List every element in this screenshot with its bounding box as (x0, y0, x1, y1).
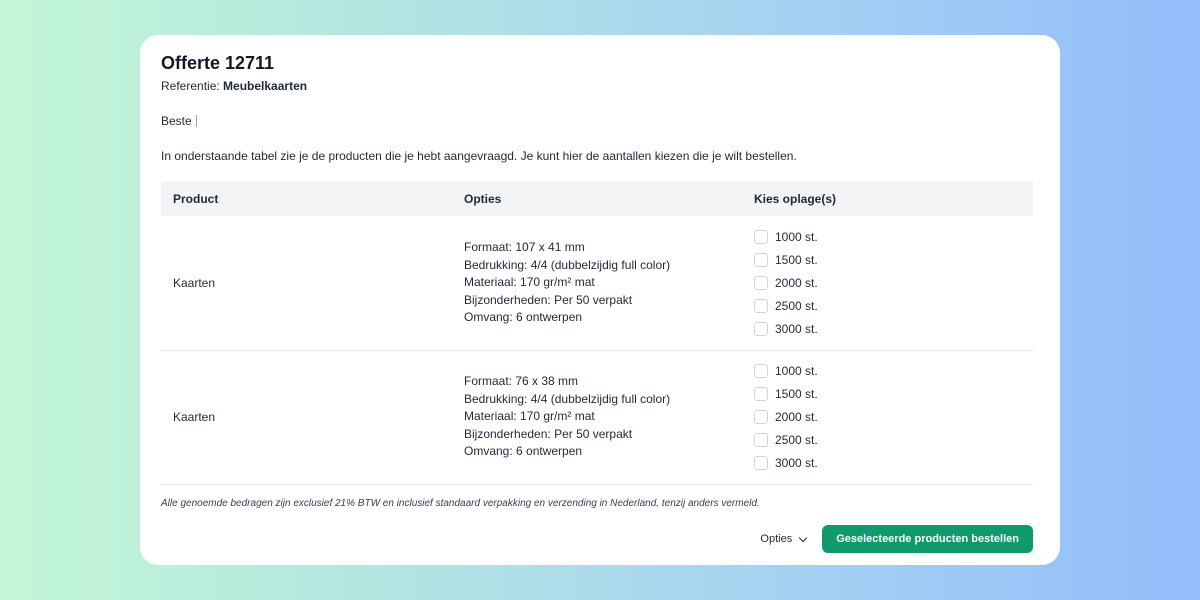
option-line: Omvang: 6 ontwerpen (464, 310, 583, 324)
order-selected-button[interactable]: Geselecteerde producten bestellen (822, 525, 1033, 553)
quote-card: Offerte 12711 Referentie: Meubelkaarten … (140, 35, 1060, 565)
table-row: Kaarten Formaat: 76 x 38 mm Bedrukking: … (161, 350, 1033, 484)
quantity-option[interactable]: 1000 st. (754, 229, 1033, 245)
quantity-list: 1000 st. 1500 st. 2000 st. 2500 st. 3000… (754, 363, 1033, 471)
option-line: Bijzonderheden: Per 50 verpakt (464, 426, 633, 441)
options-dropdown-button[interactable]: Opties (760, 533, 808, 545)
quantity-checkbox[interactable] (754, 410, 768, 424)
table-row: Kaarten Formaat: 107 x 41 mm Bedrukking:… (161, 216, 1033, 350)
quantity-cell: 1000 st. 1500 st. 2000 st. 2500 st. 3000… (742, 216, 1033, 350)
quantity-option[interactable]: 1500 st. (754, 386, 1033, 402)
vat-disclaimer: Alle genoemde bedragen zijn exclusief 21… (161, 497, 760, 509)
quantity-label: 2500 st. (775, 298, 818, 313)
intro-text: In onderstaande tabel zie je de producte… (161, 149, 797, 163)
quantity-option[interactable]: 1500 st. (754, 252, 1033, 268)
option-line: Materiaal: 170 gr/m² mat (464, 275, 595, 289)
product-options: Formaat: 107 x 41 mm Bedrukking: 4/4 (du… (452, 216, 742, 350)
option-line: Bedrukking: 4/4 (dubbelzijdig full color… (464, 257, 671, 272)
table-header-row: Product Opties Kies oplage(s) (161, 181, 1033, 216)
quantity-checkbox[interactable] (754, 364, 768, 378)
quantity-label: 1000 st. (775, 229, 818, 244)
greeting: Beste (161, 114, 1033, 128)
chevron-down-icon (798, 533, 808, 542)
header-product: Product (173, 191, 219, 206)
option-line: Bijzonderheden: Per 50 verpakt (464, 292, 633, 307)
reference-label: Referentie: (161, 79, 224, 93)
quantity-option[interactable]: 2500 st. (754, 298, 1033, 314)
quantity-label: 1000 st. (775, 364, 818, 378)
quantity-option[interactable]: 1000 st. (754, 363, 1033, 379)
quantity-checkbox[interactable] (754, 387, 768, 401)
quantity-label: 3000 st. (775, 456, 818, 470)
header-options: Opties (464, 191, 502, 206)
reference-line: Referentie: Meubelkaarten (161, 79, 1033, 93)
quantity-option[interactable]: 3000 st. (754, 321, 1033, 337)
quantity-label: 3000 st. (775, 321, 818, 336)
quantity-label: 1500 st. (775, 387, 818, 401)
quantity-label: 2000 st. (775, 275, 818, 290)
quantity-option[interactable]: 2000 st. (754, 275, 1033, 291)
quantity-label: 1500 st. (775, 252, 818, 267)
quantity-option[interactable]: 2000 st. (754, 409, 1033, 425)
product-options: Formaat: 76 x 38 mm Bedrukking: 4/4 (dub… (452, 350, 742, 484)
quantity-checkbox[interactable] (754, 229, 768, 244)
quantity-checkbox[interactable] (754, 298, 768, 313)
products-table: Product Opties Kies oplage(s) Kaarten Fo… (161, 181, 1033, 485)
page-title: Offerte 12711 (161, 53, 275, 73)
text-cursor (195, 115, 197, 127)
greeting-text: Beste (161, 114, 192, 128)
header-quantities: Kies oplage(s) (754, 191, 837, 206)
quantity-checkbox[interactable] (754, 321, 768, 336)
quantity-checkbox[interactable] (754, 275, 768, 290)
reference-value: Meubelkaarten (223, 79, 308, 93)
quantity-checkbox[interactable] (754, 456, 768, 470)
quantity-list: 1000 st. 1500 st. 2000 st. 2500 st. 3000… (754, 229, 1033, 337)
quantity-option[interactable]: 2500 st. (754, 432, 1033, 448)
quantity-label: 2000 st. (775, 410, 818, 424)
quantity-checkbox[interactable] (754, 252, 768, 267)
quantity-label: 2500 st. (775, 433, 818, 447)
product-name: Kaarten (173, 410, 216, 424)
product-name: Kaarten (173, 275, 216, 290)
card-footer: Opties Geselecteerde producten bestellen (760, 525, 1033, 553)
quantity-checkbox[interactable] (754, 433, 768, 447)
option-line: Formaat: 76 x 38 mm (464, 374, 579, 389)
option-line: Omvang: 6 ontwerpen (464, 444, 583, 459)
option-line: Formaat: 107 x 41 mm (464, 240, 585, 254)
quantity-option[interactable]: 3000 st. (754, 455, 1033, 471)
quantity-cell: 1000 st. 1500 st. 2000 st. 2500 st. 3000… (742, 350, 1033, 484)
option-line: Bedrukking: 4/4 (dubbelzijdig full color… (464, 391, 671, 406)
options-label: Opties (760, 533, 793, 545)
option-line: Materiaal: 170 gr/m² mat (464, 409, 595, 424)
